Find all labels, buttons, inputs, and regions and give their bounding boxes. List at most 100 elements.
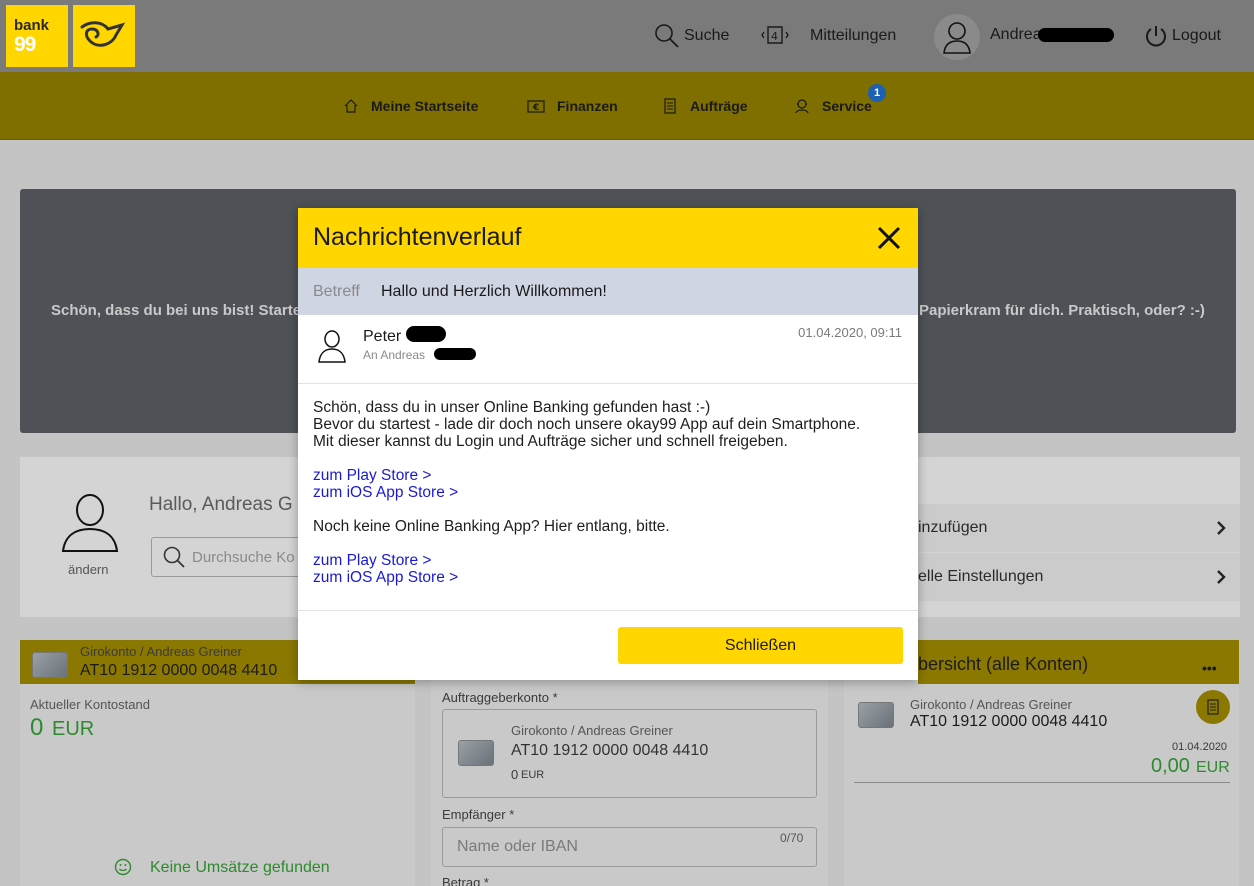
- overview-amount: 0,00: [1151, 755, 1190, 777]
- search-button[interactable]: Suche: [654, 22, 729, 50]
- orderer-account-amount: 0: [511, 767, 519, 782]
- subject-bar: Betreff Hallo und Herzlich Willkommen!: [298, 268, 918, 315]
- chevron-right-icon: [1217, 521, 1226, 535]
- welcome-text-right: Papierkram für dich. Praktisch, oder? :-…: [919, 302, 1205, 319]
- overview-orders-button[interactable]: [1196, 690, 1230, 724]
- message-body-line: Mit dieser kannst du Login und Aufträge …: [313, 433, 788, 450]
- nav-orders[interactable]: Aufträge: [662, 98, 748, 114]
- overview-more-icon[interactable]: •••: [1202, 660, 1217, 676]
- recipient-label: Empfänger *: [442, 807, 515, 822]
- dialog-header: Nachrichtenverlauf: [298, 208, 918, 268]
- nav-home-label: Meine Startseite: [371, 98, 479, 114]
- chevron-right-icon: [1217, 570, 1226, 584]
- redaction-mark: [1038, 28, 1114, 42]
- svg-text:4: 4: [771, 30, 778, 43]
- sender-name: Peter: [363, 328, 402, 345]
- messages-icon: 4: [761, 26, 789, 44]
- play-store-link[interactable]: zum Play Store >: [313, 467, 431, 485]
- redaction-mark: [434, 348, 476, 360]
- logout-button[interactable]: Logout: [1144, 22, 1221, 50]
- balance-currency: EUR: [52, 718, 95, 740]
- bank-card-icon: [458, 740, 494, 766]
- nav-service[interactable]: Service: [794, 98, 872, 114]
- message-history-dialog: Nachrichtenverlauf Betreff Hallo und Her…: [298, 208, 918, 680]
- service-icon: [795, 99, 809, 114]
- service-notification-badge: 1: [868, 84, 886, 102]
- app-store-link[interactable]: zum iOS App Store >: [313, 484, 458, 502]
- no-transactions-text: Keine Umsätze gefunden: [150, 859, 330, 876]
- orderer-account-title: Girokonto / Andreas Greiner: [511, 723, 673, 738]
- orders-icon: [664, 98, 676, 114]
- overview-account-title: Girokonto / Andreas Greiner: [910, 697, 1072, 712]
- nav-finances[interactable]: € Finanzen: [527, 98, 618, 114]
- overview-title: bersicht (alle Konten): [918, 654, 1089, 674]
- post-horn-logo[interactable]: [73, 5, 135, 67]
- bank-card-icon: [32, 652, 68, 678]
- greeting-text: Hallo, Andreas G: [149, 494, 293, 515]
- close-dialog-button[interactable]: Schließen: [618, 627, 903, 664]
- nav-service-label: Service: [822, 98, 872, 114]
- change-avatar-link[interactable]: ändern: [68, 562, 108, 577]
- settings-row-label: inzufügen: [918, 519, 988, 536]
- balance-value: 0: [30, 714, 44, 741]
- settings-row-label: elle Einstellungen: [918, 568, 1044, 585]
- nav-orders-label: Aufträge: [690, 98, 748, 114]
- account-card-iban: AT10 1912 0000 0048 4410: [80, 662, 278, 679]
- balance-label: Aktueller Kontostand: [30, 697, 150, 712]
- divider: [854, 782, 1230, 783]
- overview-date: 01.04.2020: [1172, 741, 1228, 753]
- nav-home[interactable]: Meine Startseite: [343, 98, 478, 114]
- finance-icon: €: [527, 100, 545, 113]
- search-icon: [163, 546, 185, 568]
- bank-card-icon: [858, 702, 894, 728]
- logo-text-bank: bank: [14, 17, 50, 34]
- bank99-logo[interactable]: bank 99: [6, 5, 68, 67]
- message-body-line: Schön, dass du in unser Online Banking g…: [313, 399, 711, 416]
- app-store-link[interactable]: zum iOS App Store >: [313, 569, 458, 587]
- recipient-char-counter: 0/70: [780, 831, 804, 845]
- svg-text:€: €: [532, 103, 539, 113]
- home-icon: [344, 99, 358, 113]
- message-date: 01.04.2020, 09:11: [798, 325, 902, 340]
- dialog-title: Nachrichtenverlauf: [313, 223, 522, 251]
- play-store-link[interactable]: zum Play Store >: [313, 552, 431, 570]
- power-icon: [1146, 26, 1166, 47]
- message-body-line: Bevor du startest - lade dir doch noch u…: [313, 416, 861, 433]
- redaction-mark: [406, 326, 446, 342]
- orderer-account-currency: EUR: [521, 769, 545, 781]
- user-icon: [318, 330, 346, 363]
- smiley-icon: [114, 858, 132, 876]
- search-label: Suche: [684, 27, 730, 44]
- post-horn-icon: [80, 21, 126, 47]
- nav-finances-label: Finanzen: [557, 98, 618, 114]
- search-placeholder: Durchsuche Ko: [192, 548, 295, 566]
- recipient-placeholder: Name oder IBAN: [457, 838, 578, 855]
- settings-row-add[interactable]: inzufügen: [918, 504, 1240, 552]
- orders-icon: [1207, 699, 1219, 715]
- search-icon: [655, 24, 679, 48]
- recipient-name: An Andreas: [363, 348, 426, 362]
- overview-account-iban: AT10 1912 0000 0048 4410: [910, 713, 1108, 730]
- overview-currency: EUR: [1196, 759, 1230, 776]
- message-sender: Peter An Andreas 01.04.2020, 09:11: [298, 315, 918, 384]
- orderer-account-iban: AT10 1912 0000 0048 4410: [511, 742, 709, 759]
- orderer-account-label: Auftraggeberkonto *: [442, 690, 558, 705]
- amount-label: Betrag *: [442, 875, 489, 886]
- subject-label: Betreff: [313, 283, 360, 300]
- no-app-text: Noch keine Online Banking App? Hier entl…: [313, 518, 670, 535]
- account-card-title: Girokonto / Andreas Greiner: [80, 644, 242, 659]
- user-icon: [943, 22, 971, 54]
- subject-value: Hallo und Herzlich Willkommen!: [381, 283, 607, 300]
- main-nav: [0, 72, 1254, 140]
- user-avatar[interactable]: [934, 14, 980, 60]
- profile-avatar-icon[interactable]: [60, 491, 120, 553]
- welcome-text-left: Schön, dass du bei uns bist! Starte: [51, 302, 302, 319]
- account-search-input[interactable]: Durchsuche Ko: [151, 537, 298, 577]
- divider: [298, 610, 918, 611]
- close-icon[interactable]: [876, 225, 902, 251]
- messages-label: Mitteilungen: [810, 27, 897, 44]
- logo-text-99: 99: [14, 33, 36, 56]
- logout-label: Logout: [1172, 27, 1221, 44]
- settings-row-preferences[interactable]: elle Einstellungen: [918, 553, 1240, 601]
- messages-button[interactable]: 4 Mitteilungen: [760, 22, 896, 50]
